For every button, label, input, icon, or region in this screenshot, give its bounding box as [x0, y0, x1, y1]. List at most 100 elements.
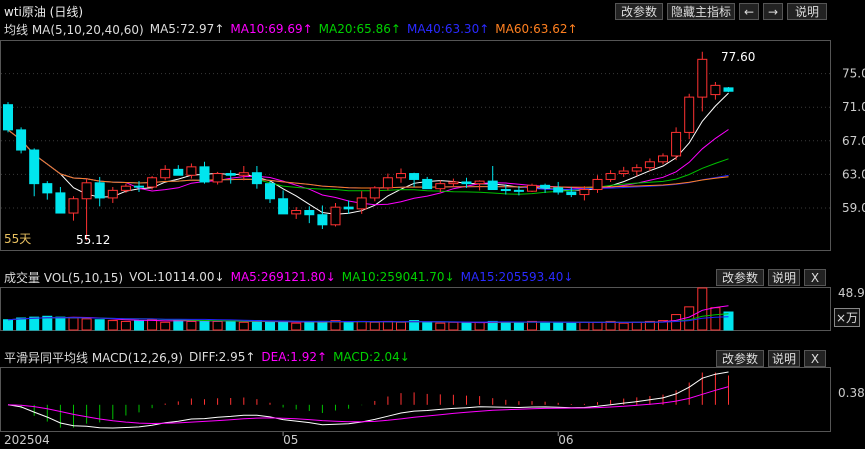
candle-down	[553, 187, 564, 193]
volume-bar	[291, 322, 302, 331]
candle-up	[81, 182, 92, 200]
volume-ma5-line	[7, 305, 729, 324]
price-tick-label: 67.00	[842, 134, 865, 148]
volume-bar	[238, 321, 249, 331]
volume-bar	[540, 321, 551, 331]
candle-down	[343, 206, 354, 210]
low-annotation: 55.12	[76, 233, 110, 247]
volume-bar	[723, 311, 734, 331]
candle-up	[631, 167, 642, 172]
volume-bar	[107, 320, 118, 331]
volume-bar	[160, 321, 171, 331]
volume-bar	[396, 321, 406, 331]
volume-bar	[500, 321, 511, 331]
volume-bar	[68, 317, 79, 331]
candle-up	[107, 189, 118, 199]
volume-bar	[134, 320, 144, 331]
macd-close-button[interactable]: X	[804, 350, 826, 367]
macd-dea-value: DEA:1.92↑	[261, 350, 328, 364]
ma60-line	[7, 129, 729, 189]
candle-up	[592, 178, 603, 191]
candle-up	[527, 184, 537, 192]
candle-up	[356, 197, 367, 210]
volume-bar	[199, 320, 210, 331]
volume-bar	[461, 322, 472, 331]
volume-bar	[343, 321, 354, 331]
volume-bar	[186, 320, 197, 331]
volume-bar	[55, 316, 66, 331]
volume-bar	[527, 320, 537, 331]
volume-legend-label: 成交量 VOL(5,10,15)	[4, 270, 124, 285]
candle-down	[3, 104, 13, 131]
chart-canvas: 59.00 63.00 67.00 71.00 75.00 202504 05 06 77.…	[0, 40, 865, 447]
volume-bar	[16, 317, 27, 331]
volume-bar	[671, 314, 682, 331]
candle-up	[474, 180, 485, 185]
volume-bar	[3, 319, 13, 331]
x-axis-label: 05	[283, 433, 298, 447]
volume-bar	[265, 321, 275, 331]
days-annotation: 55天	[4, 232, 31, 246]
volume-bar	[225, 320, 236, 331]
macd-macd-value: MACD:2.04↓	[333, 350, 410, 364]
volume-bar	[448, 321, 459, 331]
volume-modify-button[interactable]: 改参数	[716, 269, 764, 286]
vol-ma5-value: MA5:269121.80↓	[230, 270, 336, 284]
candle-up	[618, 170, 629, 175]
volume-ma10-line	[7, 313, 729, 323]
volume-bar	[81, 318, 92, 331]
candle-down	[409, 173, 420, 180]
x-axis-label: 202504	[4, 433, 50, 447]
candle-down	[540, 184, 551, 189]
volume-bar	[369, 321, 380, 331]
ma5-value: MA5:72.97↑	[149, 22, 225, 36]
price-tick-label: 59.00	[842, 201, 865, 215]
volume-explain-button[interactable]: 说明	[768, 269, 800, 286]
candle-up	[710, 84, 721, 96]
candle-up	[382, 177, 393, 189]
volume-bar	[29, 316, 40, 331]
volume-unit-toggle[interactable]: ×万	[834, 308, 860, 327]
candle-down	[29, 149, 40, 185]
volume-bar	[553, 321, 564, 331]
volume-bar	[513, 321, 524, 331]
volume-bar	[618, 322, 629, 331]
candle-up	[68, 198, 79, 214]
candle-up	[671, 131, 682, 157]
ma20-line	[7, 129, 729, 195]
macd-axis-value: 0.38	[838, 386, 865, 400]
volume-value: VOL:10114.00↓	[129, 270, 225, 284]
candle-down	[94, 182, 105, 199]
volume-bar	[592, 321, 603, 331]
ma-legend-label: 均线 MA(5,10,20,40,60)	[4, 22, 144, 37]
volume-bar	[251, 320, 262, 331]
candle-up	[291, 210, 302, 215]
volume-panel-frame	[0, 287, 831, 331]
candle-up	[330, 206, 341, 226]
volume-axis-top: 48.99	[838, 286, 865, 300]
candle-down	[723, 87, 734, 92]
volume-bar	[330, 320, 341, 331]
high-annotation: 77.60	[721, 50, 755, 64]
volume-bar	[487, 320, 498, 331]
candle-up	[160, 168, 171, 179]
ma5-line	[7, 92, 729, 215]
volume-bar	[684, 306, 695, 331]
ma20-value: MA20:65.86↑	[318, 22, 401, 36]
candle-down	[278, 198, 289, 215]
candle-up	[605, 173, 616, 180]
macd-modify-button[interactable]: 改参数	[716, 350, 764, 367]
macd-explain-button[interactable]: 说明	[768, 350, 800, 367]
candle-down	[513, 189, 524, 192]
volume-close-button[interactable]: X	[804, 269, 826, 286]
candle-down	[566, 191, 577, 196]
candle-down	[500, 189, 511, 192]
macd-dea-line	[7, 386, 729, 425]
candle-down	[42, 183, 53, 194]
candle-down	[304, 210, 315, 216]
candle-up	[369, 187, 380, 199]
volume-bar	[173, 319, 184, 331]
volume-bar	[710, 307, 721, 331]
candle-up	[238, 172, 249, 176]
volume-bar	[697, 287, 708, 331]
